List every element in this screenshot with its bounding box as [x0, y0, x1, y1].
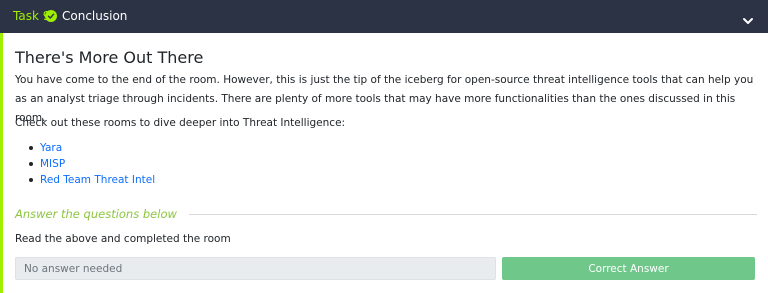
room-list: Yara MISP Red Team Threat Intel: [15, 140, 155, 188]
questions-header: Answer the questions below: [15, 206, 757, 222]
questions-heading: Answer the questions below: [15, 207, 177, 221]
rooms-intro-paragraph: Check out these rooms to dive deeper int…: [15, 117, 346, 129]
room-link-misp[interactable]: MISP: [15, 156, 155, 172]
task-content: There's More Out There You have come to …: [0, 33, 768, 293]
room-link-yara[interactable]: Yara: [15, 140, 155, 156]
room-link-red-team-threat-intel[interactable]: Red Team Threat Intel: [15, 172, 155, 188]
correct-answer-button[interactable]: Correct Answer: [502, 257, 755, 280]
question-text: Read the above and completed the room: [15, 233, 231, 245]
task-header[interactable]: Task 9 Conclusion: [0, 0, 768, 33]
task-title: Conclusion: [62, 9, 128, 23]
answer-input[interactable]: [15, 257, 496, 280]
section-title: There's More Out There: [15, 48, 204, 67]
check-icon: [45, 10, 57, 22]
chevron-down-icon[interactable]: [742, 11, 754, 24]
divider: [188, 213, 757, 215]
